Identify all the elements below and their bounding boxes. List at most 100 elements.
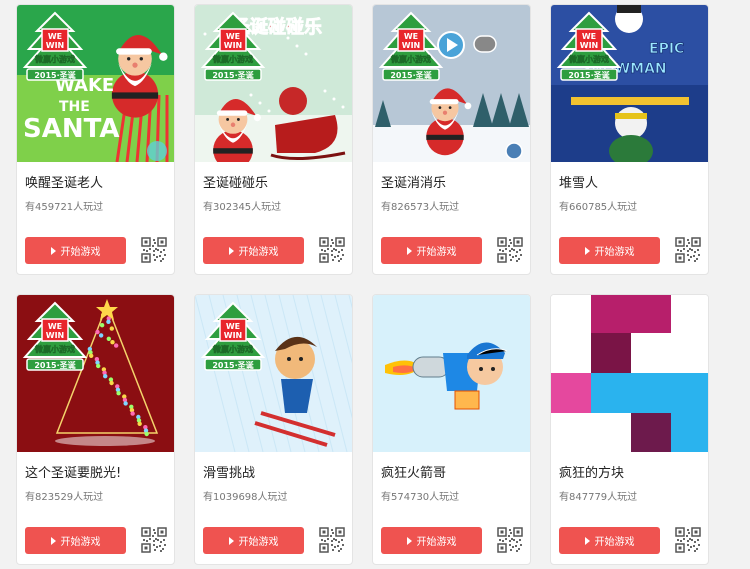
start-game-button[interactable]: 开始游戏 xyxy=(25,527,126,554)
game-card[interactable]: 疯狂的方块有847779人玩过开始游戏 xyxy=(550,294,709,565)
crazy-blocks-artwork xyxy=(551,295,708,452)
svg-text:EPIC: EPIC xyxy=(649,41,684,57)
svg-text:WE: WE xyxy=(48,322,62,331)
svg-text:2015·圣诞: 2015·圣诞 xyxy=(212,360,254,370)
play-count: 有459721人玩过 xyxy=(25,202,104,213)
qr-code-icon[interactable] xyxy=(141,527,167,553)
rocket-guy-artwork xyxy=(373,295,530,452)
game-card[interactable]: WE WIN 微赢小游戏 2015·圣诞这个圣诞要脱光! 有823529人玩过开始游戏 xyxy=(16,294,175,565)
start-game-button[interactable]: 开始游戏 xyxy=(381,527,482,554)
svg-text:WE: WE xyxy=(582,32,596,41)
qr-code-icon[interactable] xyxy=(319,237,345,263)
qr-code-icon[interactable] xyxy=(675,237,701,263)
play-icon xyxy=(406,246,412,255)
svg-text:SANTA: SANTA xyxy=(23,114,119,144)
start-game-button[interactable]: 开始游戏 xyxy=(381,237,482,264)
start-game-button[interactable]: 开始游戏 xyxy=(25,237,126,264)
svg-text:WE: WE xyxy=(48,32,62,41)
svg-text:微赢小游戏: 微赢小游戏 xyxy=(212,54,253,64)
start-game-label: 开始游戏 xyxy=(416,537,457,548)
start-game-label: 开始游戏 xyxy=(238,537,279,548)
game-card[interactable]: 圣诞碰碰乐 WE WIN 微赢小游戏 2015·圣诞 圣诞碰碰乐 有302345人玩过 开始游… xyxy=(194,4,353,275)
game-thumbnail[interactable]: 圣诞碰碰乐 WE WIN 微赢小游戏 2015·圣诞 xyxy=(195,5,352,162)
start-game-label: 开始游戏 xyxy=(60,537,101,548)
game-title: 这个圣诞要脱光! xyxy=(25,466,122,481)
svg-text:2015·圣诞: 2015·圣诞 xyxy=(212,70,254,80)
svg-text:WIN: WIN xyxy=(46,331,65,340)
game-card[interactable]: WAKE THE SANTA WE WIN 微赢小游戏 2015·圣诞 唤醒圣诞老人 有4597… xyxy=(16,4,175,275)
svg-text:2015·圣诞: 2015·圣诞 xyxy=(34,70,76,80)
svg-text:WE: WE xyxy=(226,322,240,331)
svg-text:THE: THE xyxy=(59,99,90,115)
start-game-label: 开始游戏 xyxy=(60,247,101,258)
santa-snow-artwork: WEWIN 微赢小游戏 2015·圣诞 xyxy=(373,5,530,162)
svg-text:微赢小游戏: 微赢小游戏 xyxy=(390,54,431,64)
svg-text:WIN: WIN xyxy=(224,41,243,50)
start-game-label: 开始游戏 xyxy=(594,247,635,258)
start-game-button[interactable]: 开始游戏 xyxy=(203,237,304,264)
game-thumbnail[interactable]: WE WIN 微赢小游戏 2015·圣诞 xyxy=(17,295,174,452)
game-title: 疯狂火箭哥 xyxy=(381,466,447,481)
svg-text:WIN: WIN xyxy=(402,41,421,50)
svg-text:2015·圣诞: 2015·圣诞 xyxy=(390,70,432,80)
play-count: 有574730人玩过 xyxy=(381,492,460,503)
svg-text:微赢小游戏: 微赢小游戏 xyxy=(34,54,75,64)
svg-text:微赢小游戏: 微赢小游戏 xyxy=(568,54,609,64)
svg-text:微赢小游戏: 微赢小游戏 xyxy=(34,344,75,354)
svg-text:WE: WE xyxy=(226,32,240,41)
play-count: 有823529人玩过 xyxy=(25,492,104,503)
play-count: 有660785人玩过 xyxy=(559,202,638,213)
game-thumbnail[interactable]: WAKE THE SANTA WE WIN 微赢小游戏 2015·圣诞 xyxy=(17,5,174,162)
skier-artwork: WEWIN 微赢小游戏 2015·圣诞 xyxy=(195,295,352,452)
start-game-button[interactable]: 开始游戏 xyxy=(203,527,304,554)
play-icon xyxy=(50,246,56,255)
play-count: 有1039698人玩过 xyxy=(203,492,288,503)
game-card[interactable]: 疯狂火箭哥有574730人玩过开始游戏 xyxy=(372,294,531,565)
play-icon xyxy=(50,536,56,545)
play-icon xyxy=(228,536,234,545)
game-title: 圣诞消消乐 xyxy=(381,176,447,191)
start-game-label: 开始游戏 xyxy=(238,247,279,258)
start-game-button[interactable]: 开始游戏 xyxy=(559,527,660,554)
play-icon xyxy=(228,246,234,255)
qr-code-icon[interactable] xyxy=(319,527,345,553)
game-card[interactable]: EPIC SNOWMAN WE WIN 微赢小游戏 2015·圣诞 堆雪人 有660785人玩… xyxy=(550,4,709,275)
play-count: 有826573人玩过 xyxy=(381,202,460,213)
game-title: 疯狂的方块 xyxy=(559,466,625,481)
game-title: 堆雪人 xyxy=(559,176,599,191)
svg-text:WE: WE xyxy=(404,32,418,41)
game-title: 唤醒圣诞老人 xyxy=(25,176,104,191)
game-title: 圣诞碰碰乐 xyxy=(203,176,269,191)
epic-snowman-artwork: EPICSNOWMANWEWIN微赢小游戏2015·圣诞 xyxy=(551,5,708,162)
game-title: 滑雪挑战 xyxy=(203,466,256,481)
xmas-tree-artwork: WEWIN 微赢小游戏 2015·圣诞 xyxy=(17,295,174,452)
wake-the-santa-artwork: WAKETHESANTAWEWIN微赢小游戏2015·圣诞 xyxy=(17,5,174,162)
play-icon xyxy=(584,536,590,545)
qr-code-icon[interactable] xyxy=(141,237,167,263)
qr-code-icon[interactable] xyxy=(497,237,523,263)
svg-text:2015·圣诞: 2015·圣诞 xyxy=(568,70,610,80)
svg-text:2015·圣诞: 2015·圣诞 xyxy=(34,360,76,370)
start-game-label: 开始游戏 xyxy=(594,537,635,548)
start-game-button[interactable]: 开始游戏 xyxy=(559,237,660,264)
santa-sleigh-artwork: 圣诞碰碰乐WEWIN微赢小游戏2015·圣诞 xyxy=(195,5,352,162)
game-thumbnail[interactable]: WE WIN 微赢小游戏 2015·圣诞 xyxy=(195,295,352,452)
play-icon xyxy=(584,246,590,255)
qr-code-icon[interactable] xyxy=(675,527,701,553)
game-thumbnail[interactable]: WE WIN 微赢小游戏 2015·圣诞 xyxy=(373,5,530,162)
game-grid: WAKE THE SANTA WE WIN 微赢小游戏 2015·圣诞 唤醒圣诞老人 有4597… xyxy=(0,0,750,569)
svg-text:WIN: WIN xyxy=(580,41,599,50)
game-thumbnail[interactable]: EPIC SNOWMAN WE WIN 微赢小游戏 2015·圣诞 xyxy=(551,5,708,162)
svg-text:WIN: WIN xyxy=(46,41,65,50)
qr-code-icon[interactable] xyxy=(497,527,523,553)
game-thumbnail[interactable] xyxy=(373,295,530,452)
game-thumbnail[interactable] xyxy=(551,295,708,452)
game-card[interactable]: WE WIN 微赢小游戏 2015·圣诞圣诞消消乐有826573人玩过开始游戏 xyxy=(372,4,531,275)
svg-text:微赢小游戏: 微赢小游戏 xyxy=(212,344,253,354)
play-icon xyxy=(406,536,412,545)
play-count: 有302345人玩过 xyxy=(203,202,282,213)
game-card[interactable]: WE WIN 微赢小游戏 2015·圣诞滑雪挑战有1039698人玩过开始游戏 xyxy=(194,294,353,565)
play-count: 有847779人玩过 xyxy=(559,492,638,503)
start-game-label: 开始游戏 xyxy=(416,247,457,258)
svg-text:WIN: WIN xyxy=(224,331,243,340)
